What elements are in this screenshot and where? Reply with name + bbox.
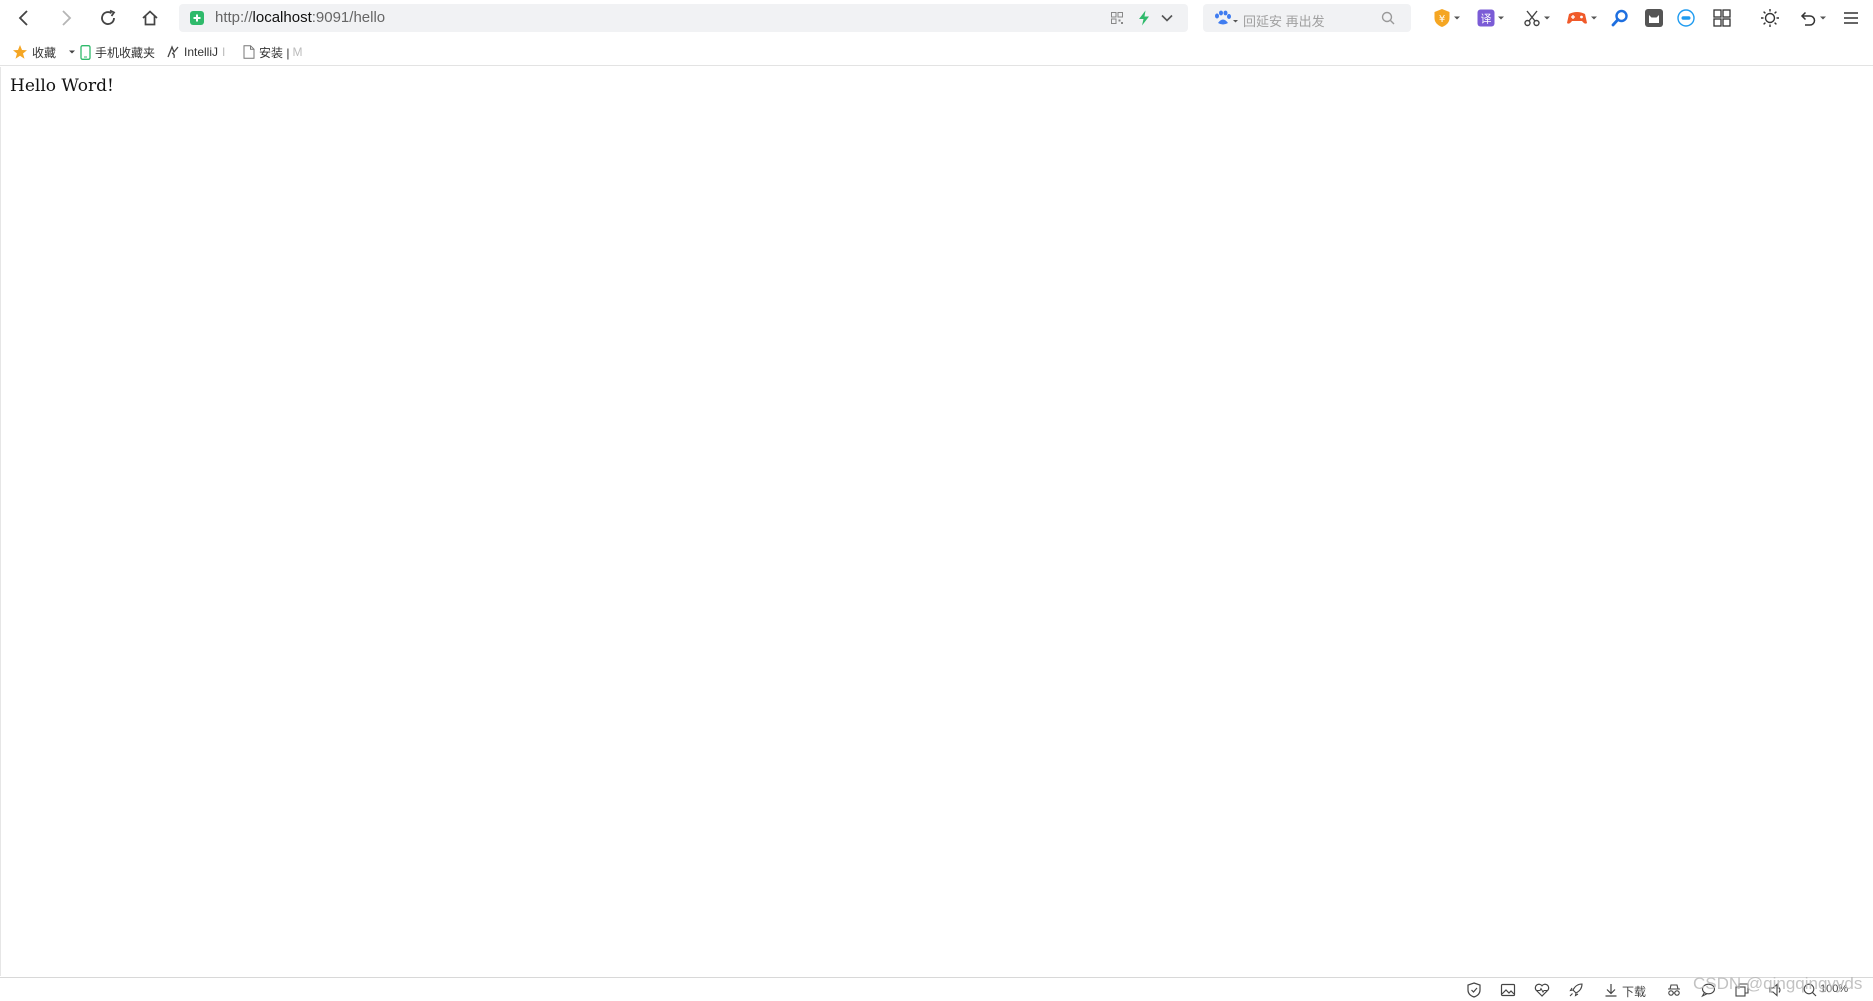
- reload-icon: [101, 9, 116, 25]
- bookmark-label: 安装 |: [259, 45, 290, 60]
- translate-icon: 译: [1477, 9, 1495, 27]
- svg-text:¥: ¥: [1439, 14, 1445, 25]
- url-host: localhost: [252, 9, 312, 26]
- undo-icon: [1800, 11, 1816, 26]
- emoji-extension[interactable]: [1677, 6, 1695, 30]
- translate-extension[interactable]: 译: [1477, 6, 1505, 30]
- search-box[interactable]: 回延安 再出发: [1203, 4, 1411, 32]
- back-arrow-icon: [18, 10, 28, 26]
- shield-coin-icon: ¥: [1434, 9, 1450, 27]
- undo-button[interactable]: [1799, 6, 1827, 30]
- document-icon: [243, 45, 255, 59]
- download-label[interactable]: 下载: [1622, 983, 1646, 1000]
- brightness-button[interactable]: [1760, 6, 1780, 30]
- image-icon[interactable]: [1500, 982, 1516, 998]
- bookmark-label-tail: M: [292, 45, 303, 59]
- status-bar: 下载 100%: [0, 977, 1873, 1001]
- phone-icon: [80, 44, 91, 60]
- search-icon[interactable]: [1381, 11, 1395, 25]
- bookmark-favorites[interactable]: 收藏: [12, 43, 80, 61]
- incognito-icon[interactable]: [1666, 982, 1682, 998]
- home-button[interactable]: [136, 4, 164, 32]
- shield-coin-extension[interactable]: ¥: [1433, 6, 1461, 30]
- forward-arrow-icon: [62, 10, 72, 26]
- cat-icon: [1645, 9, 1663, 27]
- magnifier-extension[interactable]: [1611, 6, 1629, 30]
- brightness-icon: [1761, 9, 1779, 27]
- watermark-text: CSDN @qingqingyyds: [1693, 974, 1863, 993]
- grid-icon: [1713, 9, 1731, 27]
- search-placeholder[interactable]: 回延安 再出发: [1243, 11, 1325, 30]
- shield-icon[interactable]: [1466, 982, 1482, 998]
- magnifier-icon: [1611, 9, 1628, 27]
- forward-button[interactable]: [52, 4, 80, 32]
- bookmark-mobile[interactable]: 手机收藏夹: [80, 43, 155, 61]
- home-icon: [142, 10, 158, 26]
- back-button[interactable]: [10, 4, 38, 32]
- emoji-icon: [1677, 9, 1695, 27]
- main-menu-button[interactable]: [1843, 6, 1859, 30]
- url-text[interactable]: http://localhost:9091/hello: [215, 10, 385, 26]
- game-extension[interactable]: [1566, 6, 1598, 30]
- page-body-text: Hello Word!: [10, 76, 114, 96]
- bookmark-label: 手机收藏夹: [95, 45, 156, 60]
- apps-grid-button[interactable]: [1713, 6, 1731, 30]
- star-icon: [13, 45, 27, 59]
- secure-badge-icon[interactable]: [190, 11, 204, 25]
- heartbeat-icon[interactable]: [1534, 982, 1550, 998]
- page-logo-icon: [167, 45, 179, 59]
- bookmark-label: IntelliJ: [184, 45, 219, 59]
- bookmark-label-tail: I: [222, 45, 226, 59]
- bookmark-label: 收藏: [32, 45, 57, 60]
- screenshot-extension[interactable]: [1523, 6, 1551, 30]
- address-bar[interactable]: http://localhost:9091/hello: [179, 4, 1188, 32]
- url-scheme: http://: [215, 9, 253, 26]
- bookmarks-bar: 收藏 手机收藏夹 IntelliJ I 安装 | M: [0, 37, 1873, 66]
- browser-toolbar: http://localhost:9091/hello 回延安 再出发 ¥ 译: [0, 0, 1873, 36]
- baidu-paw-icon[interactable]: [1213, 10, 1239, 26]
- svg-text:译: 译: [1481, 13, 1492, 26]
- chevron-down-icon[interactable]: [1160, 11, 1174, 25]
- rocket-icon[interactable]: [1568, 982, 1584, 998]
- page-viewport: Hello Word!: [0, 67, 1873, 976]
- download-icon[interactable]: [1603, 982, 1619, 998]
- game-controller-icon: [1567, 12, 1587, 24]
- reload-button[interactable]: [94, 4, 122, 32]
- scissors-icon: [1524, 10, 1540, 27]
- bookmark-install[interactable]: 安装 | M: [243, 43, 302, 61]
- qr-code-icon[interactable]: [1111, 12, 1123, 24]
- cat-extension[interactable]: [1644, 6, 1664, 30]
- bookmark-intellij[interactable]: IntelliJ I: [166, 43, 225, 61]
- menu-icon: [1844, 12, 1858, 24]
- caret-down-icon[interactable]: [68, 48, 76, 56]
- lightning-icon[interactable]: [1137, 10, 1151, 26]
- url-path: :9091/hello: [311, 9, 386, 26]
